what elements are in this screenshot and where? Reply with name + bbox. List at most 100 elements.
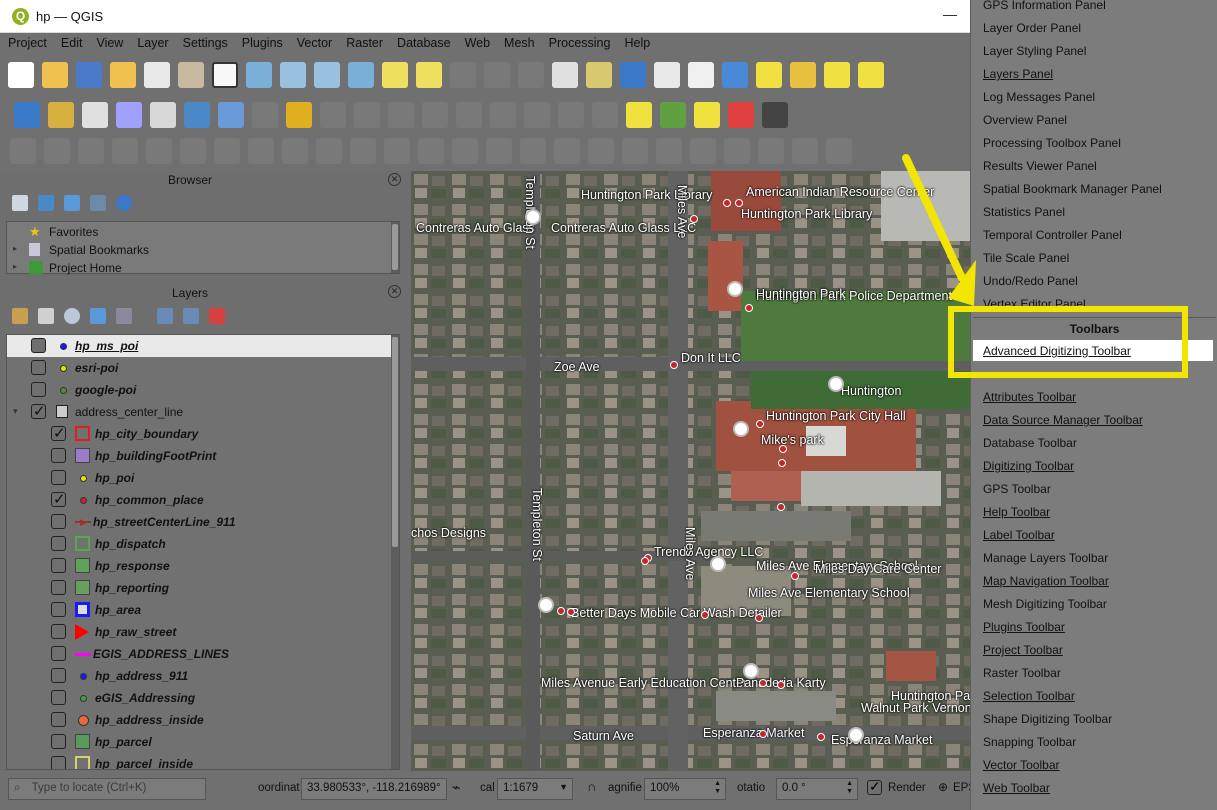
zoom-in-icon[interactable]	[280, 62, 306, 88]
pencil-icon[interactable]	[116, 102, 142, 128]
layer-visibility-checkbox[interactable]	[31, 382, 46, 397]
layer-visibility-checkbox[interactable]	[51, 558, 66, 573]
attribute-table-icon[interactable]	[790, 62, 816, 88]
new-3d-view-icon[interactable]	[586, 62, 612, 88]
menu-item-panel[interactable]: Undo/Redo Panel	[983, 274, 1078, 288]
layer-row[interactable]: hp_parcel	[7, 731, 391, 753]
layer-row[interactable]: hp_reporting	[7, 577, 391, 599]
split-icon[interactable]	[248, 138, 274, 164]
poi-marker-icon[interactable]	[557, 607, 565, 615]
menu-item-toolbar[interactable]: Attributes Toolbar	[983, 390, 1076, 404]
poi-marker-icon[interactable]	[723, 199, 731, 207]
place-pin-icon[interactable]	[538, 597, 554, 613]
zoom-native-icon[interactable]	[450, 62, 476, 88]
layer-row[interactable]: google-poi	[7, 379, 391, 401]
save-project-icon[interactable]	[76, 62, 102, 88]
place-pin-icon[interactable]	[710, 556, 726, 572]
trim-icon[interactable]	[622, 138, 648, 164]
layer-row[interactable]: hp_common_place	[7, 489, 391, 511]
pan-icon[interactable]	[212, 62, 238, 88]
layer-visibility-checkbox[interactable]	[51, 514, 66, 529]
menu-item-panel[interactable]: Statistics Panel	[983, 205, 1065, 219]
poi-marker-icon[interactable]	[567, 608, 575, 616]
zoom-full-icon[interactable]	[348, 62, 374, 88]
pan-to-selection-icon[interactable]	[246, 62, 272, 88]
menu-help[interactable]: Help	[617, 33, 657, 50]
filter-legend-icon[interactable]	[90, 308, 106, 324]
delete-icon[interactable]	[422, 102, 448, 128]
menu-item-toolbar[interactable]: Map Navigation Toolbar	[983, 574, 1109, 588]
undo-icon[interactable]	[558, 102, 584, 128]
print-layout-icon[interactable]	[144, 62, 170, 88]
menu-plugins[interactable]: Plugins	[235, 33, 290, 50]
filter-icon[interactable]	[64, 195, 80, 211]
scale-combo[interactable]: 1:1679 ▼	[497, 778, 573, 800]
layer-visibility-checkbox[interactable]	[51, 756, 66, 769]
plugin-icon[interactable]	[762, 102, 788, 128]
locate-search-input[interactable]: ⌕ Type to locate (Ctrl+K)	[8, 778, 206, 800]
refresh-icon[interactable]	[38, 195, 54, 211]
save-as-icon[interactable]	[110, 62, 136, 88]
poi-marker-icon[interactable]	[779, 445, 787, 453]
style-layer-icon[interactable]	[12, 308, 28, 324]
menu-item-panel[interactable]: Layer Styling Panel	[983, 44, 1086, 58]
layer-visibility-checkbox[interactable]	[31, 360, 46, 375]
minimize-button[interactable]: —	[940, 6, 960, 26]
place-pin-icon[interactable]	[828, 376, 844, 392]
rotate-icon[interactable]	[316, 138, 342, 164]
new-shapefile-icon[interactable]	[150, 102, 176, 128]
add-group-icon[interactable]	[38, 308, 54, 324]
zoom-next-icon[interactable]	[518, 62, 544, 88]
layer-row[interactable]: hp_poi	[7, 467, 391, 489]
menu-view[interactable]: View	[89, 33, 130, 50]
merge-attributes-icon[interactable]	[724, 138, 750, 164]
simplify-icon[interactable]	[350, 138, 376, 164]
poi-marker-icon[interactable]	[690, 215, 698, 223]
layer-row[interactable]: hp_raw_street	[7, 621, 391, 643]
layer-visibility-checkbox[interactable]	[51, 646, 66, 661]
coordinate-field[interactable]: 33.980533°, -118.216989°	[301, 778, 447, 800]
layer-visibility-checkbox[interactable]	[31, 338, 46, 353]
edit-icon[interactable]	[252, 102, 278, 128]
copy-icon[interactable]	[490, 102, 516, 128]
layer-visibility-checkbox[interactable]	[51, 668, 66, 683]
fill-ring-icon[interactable]	[384, 138, 410, 164]
label-abc-icon[interactable]	[626, 102, 652, 128]
poi-marker-icon[interactable]	[641, 557, 649, 565]
polygon-icon[interactable]	[146, 138, 172, 164]
add-raster-icon[interactable]	[218, 102, 244, 128]
layer-visibility-checkbox[interactable]	[51, 712, 66, 727]
menu-item-toolbar[interactable]: Web Toolbar	[983, 781, 1050, 795]
layer-row[interactable]: hp_response	[7, 555, 391, 577]
grid-icon[interactable]	[826, 138, 852, 164]
place-pin-icon[interactable]	[727, 281, 743, 297]
add-selected-icon[interactable]	[12, 195, 28, 211]
menu-item-toolbar[interactable]: Selection Toolbar	[983, 689, 1075, 703]
menu-mesh[interactable]: Mesh	[497, 33, 542, 50]
menu-item-toolbar[interactable]: Help Toolbar	[983, 505, 1050, 519]
menu-item-toolbar[interactable]: GPS Toolbar	[983, 482, 1051, 496]
zoom-out-icon[interactable]	[314, 62, 340, 88]
layer-row[interactable]: hp_address_inside	[7, 709, 391, 731]
menu-item-panel[interactable]: Overview Panel	[983, 113, 1067, 127]
poi-marker-icon[interactable]	[735, 199, 743, 207]
show-bookmarks-icon[interactable]	[654, 62, 680, 88]
poi-marker-icon[interactable]	[777, 503, 785, 511]
menu-item-panel[interactable]: Processing Toolbox Panel	[983, 136, 1121, 150]
coordinate-toggle-icon[interactable]: ⌁	[452, 779, 460, 796]
menu-raster[interactable]: Raster	[339, 33, 390, 50]
menu-item-panel[interactable]: Spatial Bookmark Manager Panel	[983, 182, 1162, 196]
menu-item-panel[interactable]: Log Messages Panel	[983, 90, 1095, 104]
layer-visibility-checkbox[interactable]	[51, 490, 66, 508]
browser-scrollbar[interactable]	[391, 222, 399, 273]
layer-visibility-checkbox[interactable]	[51, 580, 66, 595]
visibility-eye-icon[interactable]	[64, 308, 80, 324]
poi-marker-icon[interactable]	[745, 304, 753, 312]
menu-item-panel[interactable]: Layer Order Panel	[983, 21, 1081, 35]
filter-expression-icon[interactable]	[116, 308, 132, 324]
data-source-manager-icon[interactable]	[14, 102, 40, 128]
label-move-icon[interactable]	[694, 102, 720, 128]
select-features-icon[interactable]	[756, 62, 782, 88]
zoom-last-icon[interactable]	[484, 62, 510, 88]
add-feature-icon[interactable]	[354, 102, 380, 128]
